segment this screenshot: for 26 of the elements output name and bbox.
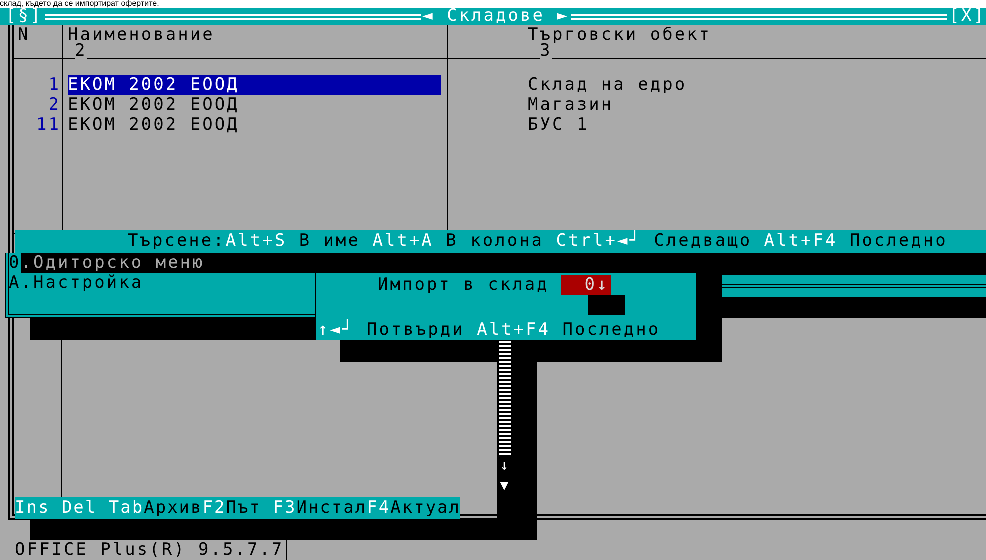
caption-text: склад, където да се импортират офертите. — [0, 0, 160, 8]
table-row[interactable]: ЕКОМ 2002 ЕООД — [68, 115, 441, 135]
shadow — [588, 295, 625, 315]
column-header: N — [17, 25, 30, 45]
status-text: OFFICE Plus(R) 9.5.7.7 — [15, 540, 288, 560]
column-number: 2 — [75, 42, 88, 60]
row-number: 2 — [48, 95, 62, 115]
table-cell: Склад на едро — [528, 75, 688, 95]
row-number: 1 — [48, 75, 62, 95]
search-hint-bar: Търсене:Alt+S В име Alt+A В колона Ctrl+◄┘ Следващо Alt+F4 Последно — [15, 230, 986, 253]
function-key-bar: Ins Del TabАрхив F2 Път F3 Инстал F4Актуал — [15, 497, 460, 519]
scroll-arrow[interactable]: ↓ — [500, 457, 509, 475]
window-title: ◄ Складове ► — [422, 8, 570, 25]
scrollbar[interactable]: ↓ ▼ — [497, 340, 512, 495]
table-cell: БУС 1 — [528, 115, 590, 135]
column-number: 3 — [540, 42, 552, 60]
column-header: Търговски обект — [528, 25, 712, 45]
table-row[interactable]: ЕКОМ 2002 ЕООД — [68, 75, 441, 95]
scroll-arrow[interactable]: ▼ — [500, 477, 509, 495]
column-header: Наименование — [68, 25, 215, 45]
warehouse-field[interactable]: 0↓ — [561, 275, 612, 295]
row-number: 11 — [36, 115, 62, 135]
dialog-footer-hint: ↑◄┘ Потвърди Alt+F4 Последно — [317, 320, 662, 340]
field-label: Импорт в склад — [378, 275, 550, 295]
table-row[interactable]: ЕКОМ 2002 ЕООД — [68, 95, 441, 115]
table-cell: Магазин — [528, 95, 614, 115]
